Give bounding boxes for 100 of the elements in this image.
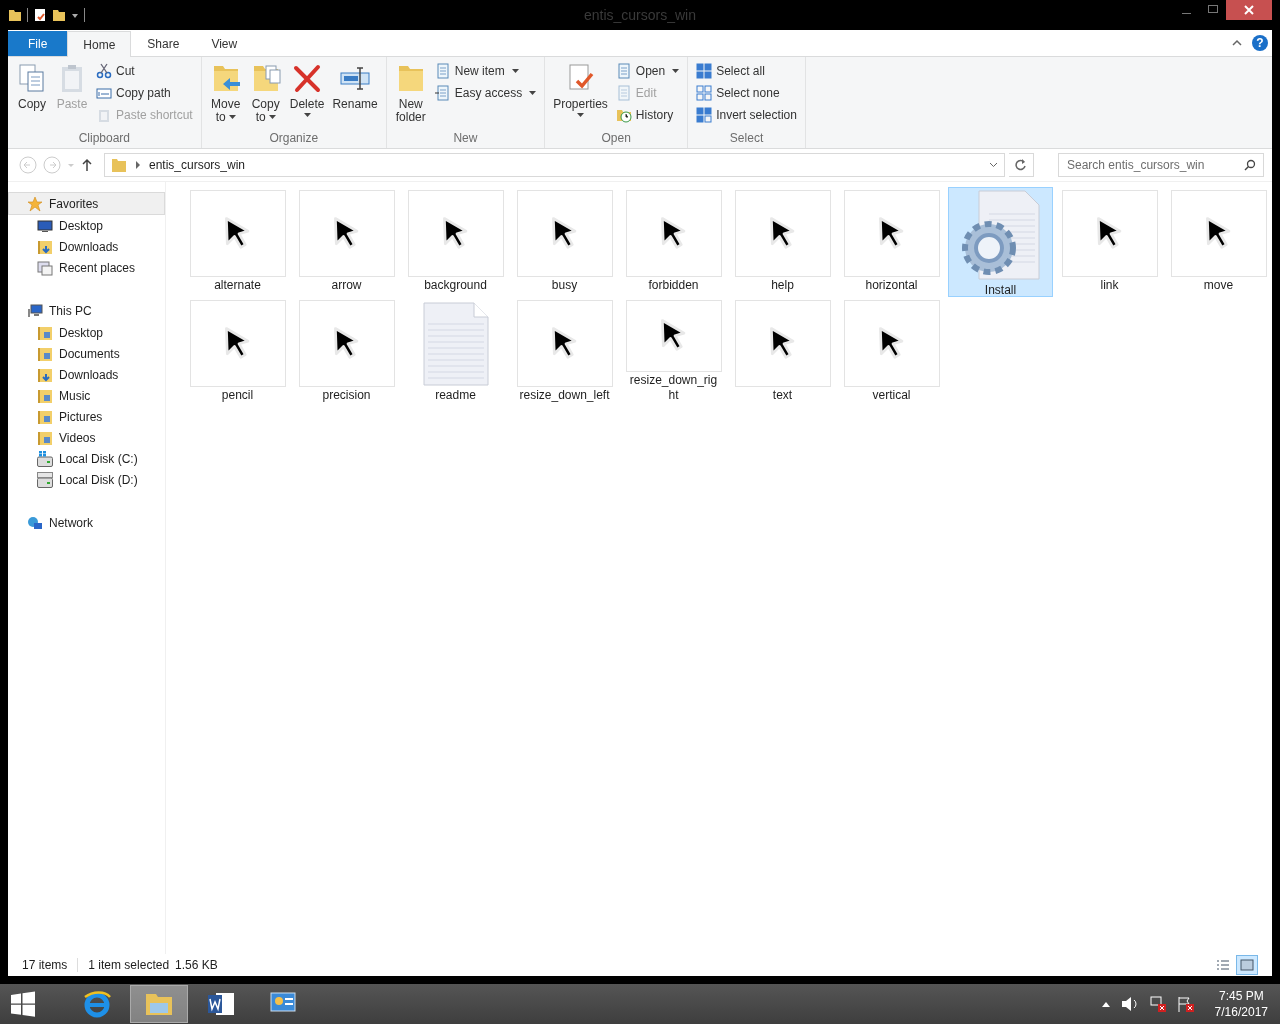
sidebar-item[interactable]: Desktop xyxy=(8,215,165,236)
ribbon-button[interactable]: Invert selection xyxy=(693,105,800,125)
file-name: link xyxy=(1099,278,1120,293)
file-item[interactable]: Install xyxy=(948,187,1053,297)
file-name: resize_down_left xyxy=(518,388,611,403)
large-icons-view-button[interactable] xyxy=(1236,955,1258,975)
folder-icon xyxy=(111,157,127,173)
ribbon-button[interactable]: Delete xyxy=(286,60,328,131)
show-hidden-icons-icon[interactable] xyxy=(1100,1000,1111,1008)
dropdown-icon xyxy=(989,162,998,168)
address-bar[interactable]: entis_cursors_win xyxy=(104,153,1005,177)
collapse-ribbon-icon[interactable] xyxy=(1232,39,1242,47)
file-name: readme xyxy=(434,388,477,403)
ribbon-button[interactable]: New item xyxy=(431,61,540,81)
drive-icon xyxy=(37,450,53,467)
clock[interactable]: 7:45 PM 7/16/2017 xyxy=(1214,988,1268,1020)
file-tab[interactable]: File xyxy=(8,31,68,56)
recent-places-icon xyxy=(37,259,53,276)
selection-size: 1.56 KB xyxy=(175,958,218,972)
help-button[interactable]: ? xyxy=(1252,35,1268,51)
sidebar-item[interactable]: Favorites xyxy=(8,192,165,215)
time: 7:45 PM xyxy=(1218,988,1264,1004)
file-name: busy xyxy=(550,278,579,293)
ie-icon xyxy=(82,989,112,1019)
close-icon[interactable] xyxy=(1226,0,1272,20)
select-icon xyxy=(696,85,713,101)
sidebar-item[interactable]: Videos xyxy=(8,427,165,448)
drive-icon xyxy=(37,471,53,488)
ribbon-button[interactable]: Copy xyxy=(13,60,51,131)
file-name: Install xyxy=(983,283,1018,298)
select-icon xyxy=(696,63,713,79)
ribbon-button[interactable]: Copy to xyxy=(246,60,285,131)
ribbon-button[interactable]: Select all xyxy=(693,61,800,81)
ribbon-button[interactable]: Easy access xyxy=(431,83,540,103)
sidebar-item[interactable]: Downloads xyxy=(8,364,165,385)
network-icon[interactable] xyxy=(1148,996,1167,1012)
ribbon-button[interactable]: Cut xyxy=(93,61,196,81)
music-icon xyxy=(37,387,53,404)
group-label: Organize xyxy=(268,131,320,147)
computer-icon xyxy=(27,302,43,319)
path-icon xyxy=(96,85,112,101)
network-icon xyxy=(27,514,43,531)
sidebar-item[interactable]: Local Disk (C:) xyxy=(8,448,165,469)
downloads-icon xyxy=(37,366,53,383)
ribbon-tab[interactable]: Home xyxy=(67,31,132,57)
ribbon-button[interactable]: Move to xyxy=(206,60,245,131)
folder-icon[interactable] xyxy=(8,8,22,22)
ribbon-button[interactable]: Copy path xyxy=(93,83,196,103)
documents-icon xyxy=(37,345,53,362)
sidebar-item[interactable]: Pictures xyxy=(8,406,165,427)
file-name: vertical xyxy=(871,388,912,403)
file-name: precision xyxy=(321,388,372,403)
ribbon-button[interactable]: Select none xyxy=(693,83,800,103)
file-name: resize_down_right xyxy=(628,373,719,403)
windows-logo-icon[interactable] xyxy=(10,991,36,1017)
ribbon-button[interactable]: Properties xyxy=(550,60,611,131)
file-name: alternate xyxy=(213,278,262,293)
up-arrow-icon[interactable] xyxy=(80,158,94,172)
search-field[interactable]: Search entis_cursors_win xyxy=(1058,153,1264,177)
sidebar-item[interactable]: This PC xyxy=(8,299,165,322)
ribbon-button[interactable]: New folder xyxy=(391,60,430,131)
history-icon xyxy=(615,107,632,123)
sidebar-item[interactable]: Music xyxy=(8,385,165,406)
desktop-icon xyxy=(37,324,53,341)
file-item[interactable]: readme xyxy=(403,297,508,407)
speaker-icon[interactable] xyxy=(1120,996,1139,1012)
videos-icon xyxy=(37,429,53,446)
file-name: forbidden xyxy=(647,278,700,293)
file-name: text xyxy=(771,388,794,403)
sidebar-item[interactable]: Recent places xyxy=(8,257,165,278)
new-item-icon xyxy=(615,63,632,79)
refresh-icon[interactable] xyxy=(1009,153,1034,177)
folder-icon[interactable] xyxy=(52,8,66,22)
group-label: New xyxy=(452,131,479,147)
sidebar-item[interactable]: Documents xyxy=(8,343,165,364)
file-name: background xyxy=(423,278,488,293)
ribbon-button[interactable]: Open xyxy=(612,61,683,81)
chevron-icon xyxy=(135,161,141,169)
text-file-icon xyxy=(422,301,489,386)
clipboard-icon xyxy=(96,107,112,123)
sidebar-item[interactable]: Network xyxy=(8,511,165,534)
ribbon-button[interactable]: History xyxy=(612,105,683,125)
scissors-icon xyxy=(96,63,112,79)
properties-icon[interactable] xyxy=(33,8,47,22)
window-title: entis_cursors_win xyxy=(582,7,698,23)
sidebar-item[interactable]: Downloads xyxy=(8,236,165,257)
caret-icon[interactable] xyxy=(71,11,79,19)
new-item-icon xyxy=(434,63,451,79)
star-icon xyxy=(27,195,43,212)
file-name: pencil xyxy=(220,388,255,403)
desktop-icon xyxy=(37,217,53,234)
group-label: Clipboard xyxy=(77,131,132,147)
edit-icon xyxy=(615,85,632,101)
sidebar-item[interactable]: Local Disk (D:) xyxy=(8,469,165,490)
file-name: help xyxy=(770,278,795,293)
pictures-icon xyxy=(37,408,53,425)
file-name: arrow xyxy=(330,278,363,293)
ribbon-button[interactable]: Rename xyxy=(329,60,381,131)
sidebar-item[interactable]: Desktop xyxy=(8,322,165,343)
flag-icon[interactable] xyxy=(1176,996,1195,1012)
